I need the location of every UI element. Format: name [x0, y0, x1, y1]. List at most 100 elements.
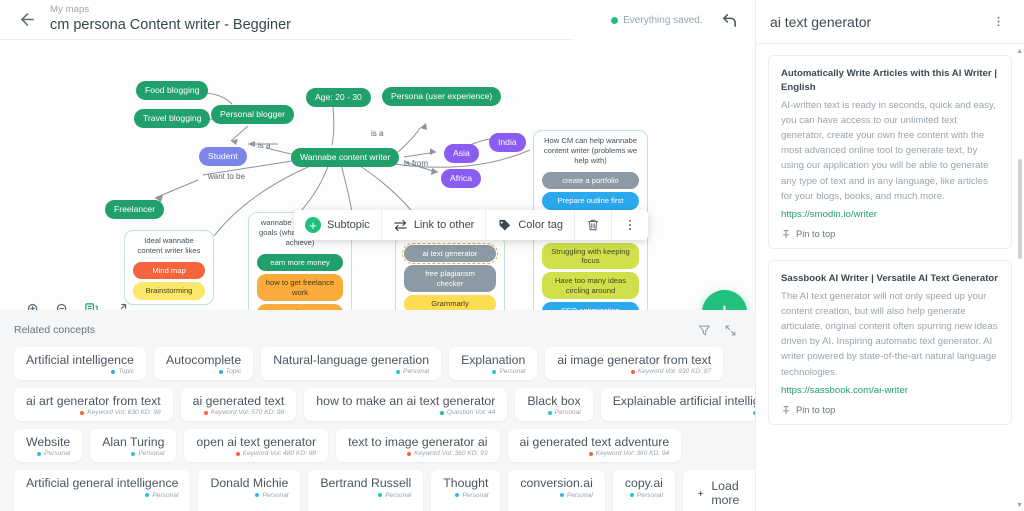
tag-meta: Personal	[492, 368, 525, 375]
scroll-up-arrow[interactable]: ▲	[1016, 48, 1023, 55]
edge-label[interactable]: is a	[258, 141, 270, 150]
related-concept-tag[interactable]: how to make an ai text generator Question…	[304, 388, 508, 422]
tag-meta-label: Personal	[385, 491, 412, 499]
tag-type-dot	[629, 493, 634, 498]
tag-meta-label: Personal	[403, 368, 430, 376]
mindmap-node[interactable]: Persona (user experience)	[382, 87, 502, 106]
related-concept-tag[interactable]: Explanation Personal	[449, 347, 538, 381]
mindmap-chip[interactable]: Grammarly	[404, 295, 496, 310]
result-description: AI-written text is ready in seconds, qui…	[781, 99, 996, 202]
more-options-button[interactable]	[612, 210, 648, 240]
edge-label[interactable]: is from	[404, 159, 428, 168]
panel-scrollbar[interactable]	[1018, 54, 1022, 509]
collapse-panel-icon[interactable]	[719, 319, 741, 341]
add-subtopic-button[interactable]: + Subtopic	[294, 210, 381, 240]
mindmap-node[interactable]: Freelancer	[105, 200, 165, 219]
mindmap-chip[interactable]: Have too many ideas circling around	[542, 272, 639, 300]
mindmap-chip[interactable]: Brainstorming	[133, 282, 205, 300]
tag-meta: Personal	[455, 492, 488, 499]
mindmap-node[interactable]: Africa	[441, 169, 481, 188]
undo-button[interactable]	[715, 5, 745, 35]
mindmap-node[interactable]: Wannabe content writer	[291, 148, 400, 167]
tag-label: ai generated text adventure	[519, 435, 670, 450]
mindmap-chip[interactable]: create a portfolio	[542, 171, 639, 190]
zoom-controls[interactable]	[26, 302, 128, 310]
related-concept-tag[interactable]: Donald Michie Personal	[198, 470, 301, 511]
related-concept-tag[interactable]: Artificial intelligence Topic	[14, 347, 146, 381]
fit-screen-icon[interactable]	[113, 302, 128, 310]
related-concept-tag[interactable]: ai generated text adventure Keyword Vol: …	[507, 429, 682, 463]
tag-meta-label: Question Vol: 44	[446, 409, 496, 417]
related-concept-tag[interactable]: Alan Turing Personal	[90, 429, 177, 463]
tag-meta-label: Personal	[554, 409, 581, 417]
search-result-card[interactable]: Automatically Write Articles with this A…	[768, 55, 1012, 249]
mindmap-canvas[interactable]: Food blogging Travel blogging Personal blo…	[0, 40, 755, 310]
related-concept-tag[interactable]: Autocomplete Topic	[154, 347, 254, 381]
pin-to-top-button[interactable]: Pin to top	[781, 405, 999, 415]
mindmap-chip[interactable]: how to get freelance work	[257, 274, 343, 302]
result-url[interactable]: https://sassbook.com/ai-writer	[781, 385, 999, 396]
delete-button[interactable]	[575, 210, 611, 240]
related-concept-tag[interactable]: ai art generator from text Keyword Vol: 6…	[14, 388, 173, 422]
filter-icon[interactable]	[693, 319, 715, 341]
related-concept-tag[interactable]: Bertrand Russell Personal	[308, 470, 424, 511]
mindmap-chip[interactable]: Struggling with keeping focus	[542, 242, 639, 270]
tag-meta: Keyword Vol: 480 KD: 98	[235, 450, 316, 457]
related-concept-tag[interactable]: Black box Personal	[515, 388, 593, 422]
tag-label: Donald Michie	[210, 476, 289, 491]
mindmap-node[interactable]: Travel blogging	[134, 109, 211, 128]
related-concept-tag[interactable]: Natural-language generation Personal	[261, 347, 442, 381]
edge-label[interactable]: is a	[371, 129, 383, 138]
mindmap-chip[interactable]: SEO optimization without SEO expert	[542, 302, 639, 310]
mindmap-chip[interactable]: Mind map	[133, 261, 205, 280]
back-button[interactable]	[10, 3, 44, 37]
related-concept-tag[interactable]: ai image generator from text Keyword Vol:…	[545, 347, 724, 381]
mindmap-chip[interactable]: free plagiarism checker	[404, 265, 496, 293]
related-concept-tag[interactable]: Website Personal	[14, 429, 83, 463]
pin-to-top-button[interactable]: Pin to top	[781, 229, 999, 239]
zoom-out-icon[interactable]	[55, 302, 70, 310]
mindmap-node[interactable]: Age: 20 - 30	[306, 88, 371, 107]
tag-label: ai generated text	[192, 394, 285, 409]
group-title: Ideal wannabe content writer likes	[137, 236, 201, 255]
page-title[interactable]: cm persona Content writer - Begginer	[50, 17, 291, 34]
load-more-button[interactable]: Load more	[682, 470, 759, 511]
tag-meta: Personal	[131, 450, 164, 457]
related-concept-tag[interactable]: open ai text generator Keyword Vol: 480 K…	[184, 429, 329, 463]
mindmap-node[interactable]: India	[489, 133, 526, 152]
mindmap-node[interactable]: Personal blogger	[211, 105, 294, 124]
link-to-other-button[interactable]: Link to other	[382, 210, 486, 240]
mindmap-node[interactable]: Asia	[444, 144, 479, 163]
search-results-list[interactable]: Automatically Write Articles with this A…	[756, 44, 1024, 511]
tag-meta-label: Personal	[636, 491, 663, 499]
mindmap-group[interactable]: Ideal wannabe content writer likes Mind m…	[124, 230, 214, 305]
result-url[interactable]: https://smodin.io/writer	[781, 209, 999, 220]
scroll-down-arrow[interactable]: ▼	[1016, 502, 1023, 509]
mindmap-node[interactable]: Student	[199, 147, 247, 166]
related-concept-tag[interactable]: conversion.ai Personal	[508, 470, 605, 511]
mindmap-group[interactable]: ai text generator free plagiarism checker…	[395, 235, 505, 310]
related-concept-tag[interactable]: text to image generator ai Keyword Vol: 3…	[336, 429, 500, 463]
related-concept-tag[interactable]: Thought Personal	[431, 470, 501, 511]
related-concept-tag[interactable]: Artificial general intelligence Personal	[14, 470, 191, 511]
related-concept-tag[interactable]: ai generated text Keyword Vol: 570 KD: 98	[180, 388, 297, 422]
mindmap-chip[interactable]: earn more money	[257, 253, 343, 272]
node-context-toolbar[interactable]: + Subtopic Link to other Color tag	[294, 210, 648, 240]
related-concepts-title: Related concepts	[14, 324, 96, 336]
mindmap-node[interactable]: Food blogging	[136, 81, 209, 100]
mindmap-chip[interactable]: ai text generator	[402, 242, 498, 265]
duplicate-icon[interactable]	[84, 302, 99, 310]
mindmap-chip[interactable]: Prepare outline first	[542, 192, 639, 210]
edge-label[interactable]: want to be	[208, 172, 245, 181]
zoom-in-icon[interactable]	[26, 302, 41, 310]
color-tag-button[interactable]: Color tag	[486, 210, 574, 240]
tag-meta-label: Personal	[44, 450, 71, 458]
tag-meta: Personal	[547, 409, 581, 417]
pin-to-top-label: Pin to top	[796, 228, 836, 239]
search-result-card[interactable]: Sassbook AI Writer | Versatile AI Text G…	[768, 259, 1012, 425]
breadcrumb[interactable]: My maps	[50, 4, 291, 15]
panel-menu-icon[interactable]	[987, 13, 1010, 30]
scrollbar-thumb[interactable]	[1018, 159, 1022, 259]
related-concept-tag[interactable]: copy.ai Personal	[612, 470, 675, 511]
pin-icon	[782, 230, 790, 239]
